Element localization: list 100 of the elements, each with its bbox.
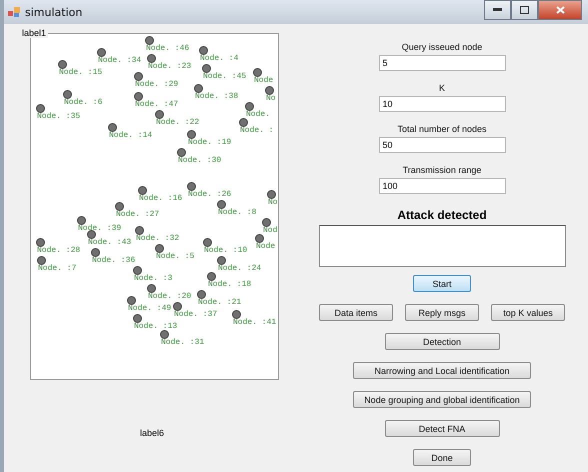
node-dot bbox=[36, 104, 45, 113]
node-label: Node. :3 bbox=[134, 275, 172, 283]
node-label: Node. :41 bbox=[233, 319, 276, 327]
node-dot bbox=[203, 238, 212, 247]
node-dot bbox=[253, 68, 262, 77]
node-dot bbox=[37, 256, 46, 265]
node-label: Node. :8 bbox=[218, 209, 256, 217]
node-dot bbox=[217, 256, 226, 265]
node-dot bbox=[267, 190, 276, 199]
action-button[interactable]: Start bbox=[413, 275, 471, 292]
node-dot bbox=[135, 226, 144, 235]
action-button[interactable]: Node grouping and global identification bbox=[353, 391, 531, 408]
node-dot bbox=[255, 234, 264, 243]
node-dot bbox=[199, 46, 208, 55]
node-dot bbox=[177, 148, 186, 157]
node-dot bbox=[138, 186, 147, 195]
node-label: Node. :21 bbox=[198, 299, 242, 307]
node-dot bbox=[147, 54, 156, 63]
window-title: simulation bbox=[25, 6, 84, 18]
node-dot bbox=[217, 200, 226, 209]
node-label: Node. :18 bbox=[208, 281, 252, 289]
node-label: Node. :45 bbox=[203, 73, 246, 81]
action-button[interactable]: Narrowing and Local identification bbox=[353, 362, 531, 379]
action-button[interactable]: top K values bbox=[491, 304, 565, 321]
field-label: Total number of nodes bbox=[397, 124, 487, 134]
node-dot bbox=[134, 72, 143, 81]
node-dot bbox=[187, 182, 196, 191]
input-field[interactable]: 100 bbox=[378, 178, 506, 194]
node-label: Node. :29 bbox=[135, 81, 178, 89]
node-label: Node. :43 bbox=[88, 239, 132, 247]
node-label: Node. :10 bbox=[204, 247, 248, 255]
minimize-icon bbox=[493, 8, 502, 12]
node-dot bbox=[202, 64, 211, 73]
input-field[interactable]: 10 bbox=[378, 96, 506, 112]
node-dot bbox=[245, 102, 254, 111]
node-dot bbox=[97, 48, 106, 57]
node-dot bbox=[91, 248, 100, 257]
field-label: Query isseued node bbox=[402, 42, 482, 52]
node-label: Node. :6 bbox=[64, 99, 102, 107]
node-dot bbox=[147, 284, 156, 293]
node-dot bbox=[197, 290, 206, 299]
node-dot bbox=[187, 130, 196, 139]
node-label: No bbox=[268, 199, 278, 207]
node-dot bbox=[160, 330, 169, 339]
minimize-button[interactable] bbox=[484, 0, 511, 20]
node-label: Node. :32 bbox=[136, 235, 180, 243]
node-label: Node. :47 bbox=[135, 101, 178, 109]
node-dot bbox=[262, 218, 271, 227]
node-dot bbox=[87, 230, 96, 239]
node-label: Node. :28 bbox=[37, 247, 80, 255]
result-title: Attack detected bbox=[397, 208, 487, 222]
node-label: Node. :37 bbox=[174, 311, 218, 319]
node-dot bbox=[127, 296, 136, 305]
node-dot bbox=[194, 84, 203, 93]
field-label: K bbox=[438, 83, 445, 93]
node-dot bbox=[232, 310, 241, 319]
node-label: Node. :27 bbox=[116, 211, 160, 219]
group-label: label1 bbox=[20, 28, 48, 38]
node-dot bbox=[145, 36, 154, 45]
node-dot bbox=[36, 238, 45, 247]
node-label: Node. :36 bbox=[92, 257, 136, 265]
node-label: Node. :30 bbox=[178, 157, 222, 165]
field-label: Transmission range bbox=[402, 165, 482, 175]
action-button[interactable]: Detect FNA bbox=[384, 420, 500, 437]
action-button[interactable]: Data items bbox=[319, 304, 393, 321]
node-label: Node. :49 bbox=[128, 305, 172, 313]
node-label: Node. :26 bbox=[188, 191, 232, 199]
node-dot bbox=[155, 244, 164, 253]
node-dot bbox=[207, 272, 216, 281]
close-icon bbox=[556, 6, 564, 14]
node-label: Node. :24 bbox=[218, 265, 262, 273]
node-dot bbox=[173, 302, 182, 311]
node-label: Node. :22 bbox=[156, 119, 200, 127]
node-label: Node. :16 bbox=[139, 195, 182, 203]
result-box[interactable] bbox=[318, 225, 566, 267]
maximize-button[interactable] bbox=[511, 0, 538, 20]
node-label: Node. :23 bbox=[148, 63, 192, 71]
node-label: Node. :15 bbox=[59, 69, 102, 77]
node-dot bbox=[134, 92, 143, 101]
input-field[interactable]: 5 bbox=[378, 55, 506, 71]
node-label: Node. :4 bbox=[200, 55, 238, 63]
node-dot bbox=[133, 314, 142, 323]
node-label: Node bbox=[254, 77, 274, 85]
node-label: Nod bbox=[263, 227, 278, 235]
input-field[interactable]: 50 bbox=[378, 137, 506, 153]
action-button[interactable]: Reply msgs bbox=[405, 304, 479, 321]
close-button[interactable] bbox=[538, 0, 582, 20]
action-button[interactable]: Detection bbox=[384, 333, 500, 350]
node-label: Node. : bbox=[240, 127, 274, 135]
node-dot bbox=[239, 118, 248, 127]
action-button[interactable]: Done bbox=[413, 449, 471, 466]
node-label: Node. :34 bbox=[98, 57, 142, 65]
node-dot bbox=[115, 202, 124, 211]
node-label: Node. :38 bbox=[195, 93, 238, 101]
app-icon bbox=[8, 7, 20, 17]
node-dot bbox=[155, 110, 164, 119]
node-dot bbox=[265, 86, 274, 95]
maximize-icon bbox=[520, 6, 529, 14]
node-label: Node. :19 bbox=[188, 139, 232, 147]
node-label: Node. :7 bbox=[38, 265, 76, 273]
